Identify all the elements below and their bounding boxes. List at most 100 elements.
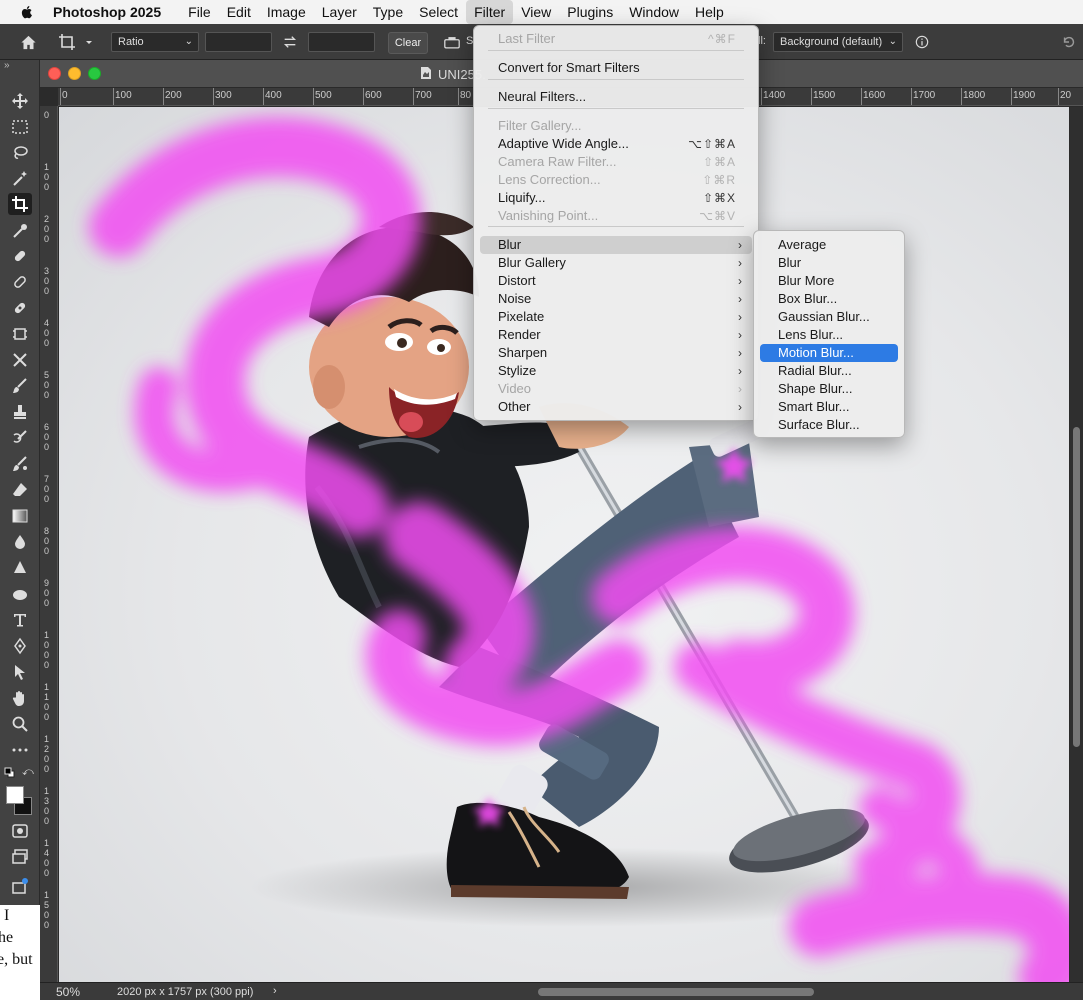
clone-stamp-tool-icon[interactable] — [8, 401, 32, 423]
collapse-panel-icon[interactable]: » — [4, 60, 10, 71]
blur-menu-item-lens-blur[interactable]: Lens Blur... — [760, 326, 898, 344]
chevron-right-icon[interactable]: › — [273, 985, 277, 997]
menu-item-label: Adaptive Wide Angle... — [498, 136, 629, 151]
reset-icon[interactable] — [1058, 32, 1080, 52]
spot-healing-tool-icon[interactable] — [8, 245, 32, 267]
blur-menu-item-shape-blur[interactable]: Shape Blur... — [760, 380, 898, 398]
blur-menu-item-gaussian-blur[interactable]: Gaussian Blur... — [760, 308, 898, 326]
blur-menu-item-motion-blur[interactable]: Motion Blur... — [760, 344, 898, 362]
straighten-icon[interactable] — [440, 33, 464, 51]
zoom-window-button[interactable] — [88, 67, 101, 80]
menu-item-label: Liquify... — [498, 190, 546, 205]
ratio-select[interactable]: Ratio ⌄ — [111, 32, 199, 52]
menu-select[interactable]: Select — [411, 0, 466, 24]
hand-tool-icon[interactable] — [8, 687, 32, 709]
menu-type[interactable]: Type — [365, 0, 411, 24]
close-window-button[interactable] — [48, 67, 61, 80]
zoom-tool-icon[interactable] — [8, 713, 32, 735]
zoom-level[interactable]: 50% — [56, 985, 80, 999]
pen-tool-icon[interactable] — [8, 635, 32, 657]
crop-tool-preset-icon[interactable] — [56, 31, 96, 53]
eyedropper-tool-icon[interactable] — [8, 220, 32, 242]
app-name-menu[interactable]: Photoshop 2025 — [53, 4, 161, 20]
filter-menu-item-render[interactable]: Render › — [480, 326, 752, 344]
menu-plugins[interactable]: Plugins — [559, 0, 621, 24]
filter-menu-item-adaptive-wide-angle[interactable]: Adaptive Wide Angle... ⌥⇧⌘A — [480, 135, 752, 153]
ratio-height-field[interactable] — [308, 32, 375, 52]
filter-menu-item-stylize[interactable]: Stylize › — [480, 362, 752, 380]
filter-menu: Last Filter ^⌘F Convert for Smart Filters N… — [473, 25, 759, 421]
menu-edit[interactable]: Edit — [219, 0, 259, 24]
swap-colors-icon[interactable]: ⤺ — [22, 766, 34, 779]
ratio-width-field[interactable] — [205, 32, 272, 52]
content-aware-move-icon[interactable] — [8, 323, 32, 345]
blur-menu-item-smart-blur[interactable]: Smart Blur... — [760, 398, 898, 416]
crop-tool-icon[interactable] — [8, 193, 32, 215]
blur-tool-icon[interactable] — [8, 531, 32, 553]
magic-wand-tool-icon[interactable] — [8, 168, 32, 190]
submenu-arrow-icon: › — [738, 310, 742, 324]
filter-menu-item-sharpen[interactable]: Sharpen › — [480, 344, 752, 362]
path-selection-tool-icon[interactable] — [8, 661, 32, 683]
filter-menu-item-pixelate[interactable]: Pixelate › — [480, 308, 752, 326]
ruler-label: 200 — [44, 214, 50, 244]
menu-layer[interactable]: Layer — [314, 0, 365, 24]
filter-menu-item-distort[interactable]: Distort › — [480, 272, 752, 290]
filter-menu-item-neural-filters[interactable]: Neural Filters... — [480, 88, 752, 106]
apple-icon[interactable] — [19, 3, 37, 21]
swap-icon[interactable] — [279, 32, 301, 52]
filter-menu-item-convert-for-smart-filters[interactable]: Convert for Smart Filters — [480, 59, 752, 77]
patch-tool-icon[interactable] — [8, 297, 32, 319]
menu-shortcut: ⌥⇧⌘A — [688, 137, 736, 151]
ruler-label: 1300 — [44, 786, 50, 826]
fill-select[interactable]: Background (default) ⌄ — [773, 32, 903, 52]
more-tools-icon[interactable] — [8, 739, 32, 761]
healing-brush-tool-icon[interactable] — [8, 271, 32, 293]
menu-file[interactable]: File — [180, 0, 219, 24]
filter-menu-item-blur-gallery[interactable]: Blur Gallery › — [480, 254, 752, 272]
menu-view[interactable]: View — [513, 0, 559, 24]
mixer-brush-tool-icon[interactable] — [8, 453, 32, 475]
menu-help[interactable]: Help — [687, 0, 732, 24]
clear-button[interactable]: Clear — [388, 32, 428, 54]
foreground-color-swatch[interactable] — [6, 786, 24, 804]
vertical-scroll-thumb[interactable] — [1073, 427, 1080, 747]
menu-filter[interactable]: Filter — [466, 0, 514, 24]
dodge-tool-icon[interactable] — [8, 557, 32, 579]
submenu-arrow-icon: › — [738, 238, 742, 252]
blur-menu-item-box-blur[interactable]: Box Blur... — [760, 290, 898, 308]
red-eye-tool-icon[interactable] — [8, 349, 32, 371]
home-icon[interactable] — [16, 32, 40, 52]
blur-menu-item-blur-more[interactable]: Blur More — [760, 272, 898, 290]
menu-image[interactable]: Image — [259, 0, 314, 24]
sponge-tool-icon[interactable] — [8, 583, 32, 605]
ruler-label: 300 — [44, 266, 50, 296]
vertical-scrollbar[interactable] — [1070, 107, 1083, 983]
ruler-label: 200 — [165, 90, 182, 101]
horizontal-scroll-thumb[interactable] — [538, 988, 814, 996]
info-icon[interactable] — [912, 33, 932, 51]
menu-window[interactable]: Window — [621, 0, 687, 24]
filter-menu-item-noise[interactable]: Noise › — [480, 290, 752, 308]
type-tool-icon[interactable] — [8, 609, 32, 631]
filter-menu-item-liquify[interactable]: Liquify... ⇧⌘X — [480, 189, 752, 207]
blur-menu-item-radial-blur[interactable]: Radial Blur... — [760, 362, 898, 380]
screen-mode-icon[interactable] — [8, 846, 32, 868]
lasso-tool-icon[interactable] — [8, 142, 32, 164]
ruler-label: 20 — [1060, 90, 1072, 101]
blur-menu-item-surface-blur[interactable]: Surface Blur... — [760, 416, 898, 434]
default-colors-icon[interactable] — [4, 766, 15, 778]
history-brush-tool-icon[interactable] — [8, 427, 32, 449]
filter-menu-item-other[interactable]: Other › — [480, 398, 752, 416]
blur-menu-item-average[interactable]: Average — [760, 236, 898, 254]
minimize-window-button[interactable] — [68, 67, 81, 80]
quick-mask-icon[interactable] — [8, 820, 32, 842]
move-tool-icon[interactable] — [8, 90, 32, 112]
blur-menu-item-blur[interactable]: Blur — [760, 254, 898, 272]
marquee-tool-icon[interactable] — [8, 116, 32, 138]
brush-tool-icon[interactable] — [8, 375, 32, 397]
gradient-tool-icon[interactable] — [8, 505, 32, 527]
filter-menu-item-blur[interactable]: Blur › — [480, 236, 752, 254]
generative-fill-icon[interactable] — [8, 875, 32, 897]
eraser-tool-icon[interactable] — [8, 479, 32, 501]
